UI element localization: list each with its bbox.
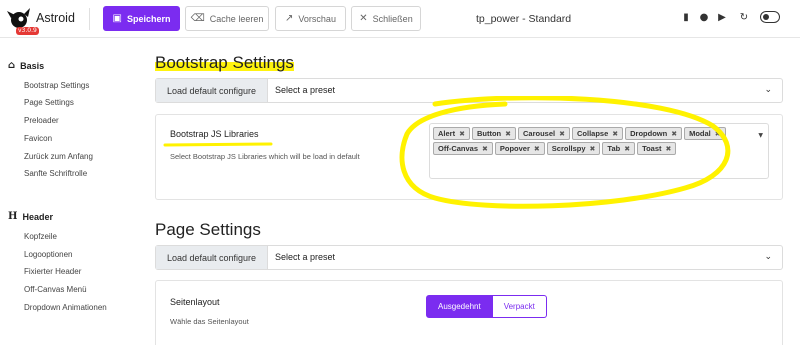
layout-option-boxed[interactable]: Verpackt [492,295,547,318]
library-tag: Alert ✖ [433,127,470,140]
remove-tag-icon[interactable]: ✖ [666,145,672,153]
tag-list: Alert ✖ Button ✖ Carousel ✖ Collapse ✖ Dropdown ✖… [433,127,753,155]
header-icon: H [8,211,18,222]
load-default-config-button[interactable]: Load default configure [156,79,268,102]
save-icon: ▣ [112,12,122,24]
save-button[interactable]: ▣ Speichern [103,6,180,31]
sidebar-item-page-settings[interactable]: Page Settings [24,98,74,107]
sidebar: ⌂ Basis Bootstrap Settings Page Settings… [0,38,140,345]
library-tag-label: Off-Canvas [438,144,479,153]
clear-cache-button[interactable]: ⌫ Cache leeren [185,6,269,31]
library-tag-label: Carousel [523,129,556,138]
divider [89,8,90,30]
remove-tag-icon[interactable]: ✖ [590,145,596,153]
remove-tag-icon[interactable]: ✖ [505,130,511,138]
remove-tag-icon[interactable]: ✖ [482,145,488,153]
preset-select[interactable]: Select a preset [275,252,335,262]
preview-button[interactable]: ↗ Vorschau [275,6,346,31]
document-title: tp_power - Standard [476,13,572,25]
load-default-config-button[interactable]: Load default configure [156,246,268,269]
library-tag: Off-Canvas ✖ [433,142,493,155]
library-tag-label: Alert [438,129,456,138]
remove-tag-icon[interactable]: ✖ [559,130,565,138]
sidebar-section-header: H Header [8,211,53,222]
library-tag: Scrollspy ✖ [546,142,601,155]
caret-down-icon[interactable]: ▼ [758,132,763,139]
eraser-icon: ⌫ [190,12,205,24]
sidebar-item-favicon[interactable]: Favicon [24,134,52,143]
library-tag-label: Collapse [576,129,609,138]
library-tag: Toast ✖ [637,142,677,155]
libraries-description: Select Bootstrap JS Libraries which will… [170,152,360,161]
sidebar-item-bootstrap-settings[interactable]: Bootstrap Settings [24,81,89,90]
libraries-label: Bootstrap JS Libraries [168,129,261,141]
library-tag: Collapse ✖ [571,127,624,140]
layout-label: Seitenlayout [170,297,220,307]
library-tag: Dropdown ✖ [625,127,683,140]
library-tag-label: Popover [499,144,530,153]
sidebar-item-header[interactable]: Kopfzeile [24,232,57,241]
youtube-icon[interactable]: ▶ [716,12,728,24]
library-tag-label: Dropdown [630,129,668,138]
page-layout-card: Seitenlayout Wähle das Seitenlayout Ausg… [155,280,783,345]
bootstrap-preset-row: Load default configure Select a preset ⌄ [155,78,783,103]
remove-tag-icon[interactable]: ✖ [624,145,630,153]
github-icon[interactable]: ● [698,12,710,24]
preset-select[interactable]: Select a preset [275,85,335,95]
remove-tag-icon[interactable]: ✖ [612,130,618,138]
library-tag: Button ✖ [471,127,516,140]
libraries-multiselect[interactable]: Alert ✖ Button ✖ Carousel ✖ Collapse ✖ Dropdown ✖… [429,123,769,179]
chevron-down-icon: ⌄ [764,252,772,262]
refresh-icon[interactable]: ↻ [738,12,750,24]
library-tag-label: Modal [689,129,711,138]
sidebar-item-dropdown-animations[interactable]: Dropdown Animationen [24,303,107,312]
layout-description: Wähle das Seitenlayout [170,317,249,326]
home-icon: ⌂ [8,60,16,71]
sidebar-item-off-canvas-menu[interactable]: Off-Canvas Menü [24,285,87,294]
bootstrap-libraries-card: Bootstrap JS Libraries Select Bootstrap … [155,114,783,200]
dark-mode-toggle[interactable] [760,11,780,23]
close-button[interactable]: ✕ Schließen [351,6,421,31]
library-tag: Modal ✖ [684,127,726,140]
library-tag-label: Scrollspy [551,144,586,153]
layout-segmented-control: Ausgedehnt Verpackt [426,295,547,318]
library-tag-label: Tab [607,144,621,153]
remove-tag-icon[interactable]: ✖ [459,130,465,138]
remove-tag-icon[interactable]: ✖ [715,130,721,138]
sidebar-item-smooth-scroll[interactable]: Sanfte Schriftrolle [24,169,87,178]
sidebar-item-preloader[interactable]: Preloader [24,116,59,125]
page-preset-row: Load default configure Select a preset ⌄ [155,245,783,270]
chevron-down-icon: ⌄ [764,85,772,95]
section-title-page: Page Settings [155,220,261,239]
close-icon: ✕ [359,12,368,24]
sidebar-item-logo-options[interactable]: Logooptionen [24,250,73,259]
brand-name: Astroid [36,11,75,25]
library-tag: Carousel ✖ [518,127,570,140]
library-tag: Tab ✖ [602,142,636,155]
library-tag-label: Toast [642,144,662,153]
external-link-icon: ↗ [285,12,294,24]
remove-tag-icon[interactable]: ✖ [671,130,677,138]
sidebar-section-basis: ⌂ Basis [8,60,45,71]
layout-option-wide[interactable]: Ausgedehnt [426,295,493,318]
library-tag: Popover ✖ [494,142,545,155]
book-icon[interactable]: ▮ [680,12,692,24]
section-title-bootstrap: Bootstrap Settings [155,53,294,72]
sidebar-item-back-to-top[interactable]: Zurück zum Anfang [24,152,93,161]
remove-tag-icon[interactable]: ✖ [534,145,540,153]
library-tag-label: Button [476,129,502,138]
sidebar-item-sticky-header[interactable]: Fixierter Header [24,267,81,276]
version-badge: v3.0.9 [16,27,39,35]
top-bar: Astroid v3.0.9 ▣ Speichern ⌫ Cache leere… [0,0,800,38]
